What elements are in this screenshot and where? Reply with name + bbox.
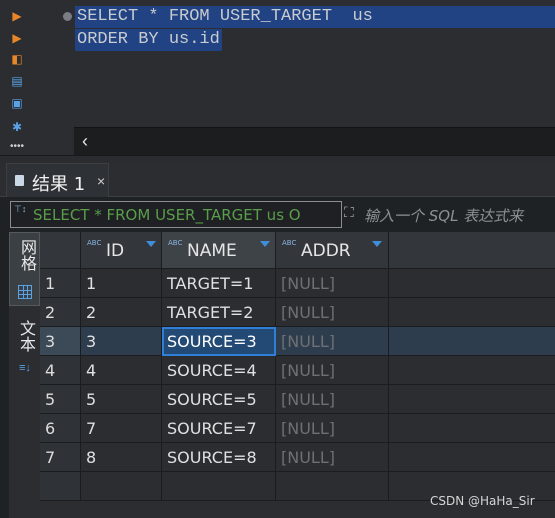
row-number[interactable]: 1 xyxy=(40,269,81,298)
cell-name[interactable] xyxy=(162,472,276,501)
cell-id[interactable]: 1 xyxy=(81,269,162,298)
cell-addr[interactable]: [NULL] xyxy=(276,269,389,298)
scroll-left-icon[interactable]: ‹ xyxy=(82,131,88,152)
cell-name[interactable]: SOURCE=5 xyxy=(162,385,276,414)
sort-icon[interactable] xyxy=(260,241,270,247)
row-number[interactable]: 7 xyxy=(40,443,81,472)
cell-name[interactable]: SOURCE=8 xyxy=(162,443,276,472)
cell-addr[interactable] xyxy=(276,472,389,501)
tab-grid-view[interactable]: 网格 xyxy=(9,232,40,306)
close-icon[interactable]: × xyxy=(97,173,105,189)
tab-results-1[interactable]: 结果 1 × xyxy=(6,163,109,197)
filter-bar: ⊤↕ SELECT * FROM USER_TARGET us O ⛶ 输入一个… xyxy=(10,201,555,228)
cell-addr[interactable]: [NULL] xyxy=(276,327,389,356)
grid-corner[interactable] xyxy=(40,232,81,269)
type-abc-icon: ABC xyxy=(282,239,297,247)
run-icon[interactable]: ▶ xyxy=(10,9,24,23)
cell-id[interactable]: 3 xyxy=(81,327,162,356)
column-header-name[interactable]: ABC NAME xyxy=(162,232,276,269)
column-header-label: ID xyxy=(106,241,125,261)
cell-id[interactable]: 8 xyxy=(81,443,162,472)
row-number[interactable] xyxy=(40,472,81,501)
cell-empty[interactable] xyxy=(389,443,555,472)
cell-id[interactable]: 7 xyxy=(81,414,162,443)
text-view-icon: ≡↓ xyxy=(19,362,31,374)
terminal-icon[interactable]: ▣ xyxy=(10,96,24,110)
expand-icon[interactable]: ⛶ xyxy=(344,204,354,221)
type-abc-icon: ABC xyxy=(168,239,183,247)
column-header-label: ADDR xyxy=(301,241,351,261)
result-view-tabs: 网格 文本 ≡↓ xyxy=(9,232,40,518)
cell-addr[interactable]: [NULL] xyxy=(276,356,389,385)
filter-icon: ⊤↕ xyxy=(14,204,27,214)
tab-grid-label: 网格 xyxy=(18,239,37,271)
row-number[interactable]: 4 xyxy=(40,356,81,385)
tab-text-view[interactable]: 文本 ≡↓ xyxy=(9,312,40,382)
sql-editor[interactable]: SELECT * FROM USER_TARGET us ORDER BY us… xyxy=(33,0,555,127)
results-tabbar: 结果 1 × xyxy=(0,163,555,197)
cell-name[interactable]: TARGET=1 xyxy=(162,269,276,298)
panel-splitter[interactable] xyxy=(0,155,555,163)
row-number[interactable]: 5 xyxy=(40,385,81,414)
cell-id[interactable] xyxy=(81,472,162,501)
run-script-icon[interactable]: ▶ xyxy=(10,31,24,45)
grid-icon xyxy=(18,285,32,299)
cell-empty[interactable] xyxy=(389,298,555,327)
cell-addr[interactable]: [NULL] xyxy=(276,414,389,443)
sql-line-1[interactable]: SELECT * FROM USER_TARGET us xyxy=(75,6,555,28)
cell-addr[interactable]: [NULL] xyxy=(276,298,389,327)
tab-label: 结果 1 xyxy=(32,174,86,195)
row-number[interactable]: 2 xyxy=(40,298,81,327)
cell-empty[interactable] xyxy=(389,327,555,356)
sort-icon[interactable] xyxy=(146,241,156,247)
sql-line-2[interactable]: ORDER BY us.id xyxy=(75,29,222,51)
editor-gutter-bottom xyxy=(33,127,74,155)
explain-icon[interactable]: ◧ xyxy=(10,52,24,66)
cell-empty[interactable] xyxy=(389,385,555,414)
type-abc-icon: ABC xyxy=(87,239,102,247)
cell-name[interactable]: SOURCE=7 xyxy=(162,414,276,443)
cell-name[interactable]: SOURCE=4 xyxy=(162,356,276,385)
settings-icon[interactable]: ✱ xyxy=(10,120,24,134)
table-icon xyxy=(15,175,24,186)
cell-id[interactable]: 4 xyxy=(81,356,162,385)
cell-addr[interactable]: [NULL] xyxy=(276,443,389,472)
results-grid[interactable]: ABC ID ABC NAME ABC ADDR 1 1 TARGET=1 [NULL… xyxy=(40,232,555,518)
row-number[interactable]: 6 xyxy=(40,414,81,443)
filter-input[interactable]: ⊤↕ SELECT * FROM USER_TARGET us O xyxy=(10,201,342,228)
cell-name[interactable]: TARGET=2 xyxy=(162,298,276,327)
sort-icon[interactable] xyxy=(372,241,382,247)
cell-name[interactable]: SOURCE=3 xyxy=(162,327,276,356)
editor-horizontal-scrollbar[interactable]: ‹ xyxy=(74,127,555,155)
column-header-id[interactable]: ABC ID xyxy=(81,232,162,269)
cell-id[interactable]: 2 xyxy=(81,298,162,327)
column-header-label: NAME xyxy=(187,241,237,261)
column-header-filler xyxy=(389,232,555,269)
row-number[interactable]: 3 xyxy=(40,327,81,356)
fold-marker-icon[interactable] xyxy=(63,12,72,21)
cell-empty[interactable] xyxy=(389,414,555,443)
watermark: CSDN @HaHa_Sir xyxy=(430,494,535,508)
filter-placeholder[interactable]: 输入一个 SQL 表达式来 xyxy=(364,205,523,226)
column-header-addr[interactable]: ABC ADDR xyxy=(276,232,389,269)
cell-addr[interactable]: [NULL] xyxy=(276,385,389,414)
filter-query-text[interactable]: SELECT * FROM USER_TARGET us O xyxy=(33,206,301,224)
cell-empty[interactable] xyxy=(389,269,555,298)
tab-text-label: 文本 xyxy=(17,320,36,352)
cell-id[interactable]: 5 xyxy=(81,385,162,414)
more-icon[interactable]: •••• xyxy=(10,140,24,154)
cell-empty[interactable] xyxy=(389,356,555,385)
export-icon[interactable]: ▤ xyxy=(10,74,24,88)
editor-toolbar: ▶ ▶ ◧ ▤ ▣ ✱ •••• xyxy=(0,0,33,160)
